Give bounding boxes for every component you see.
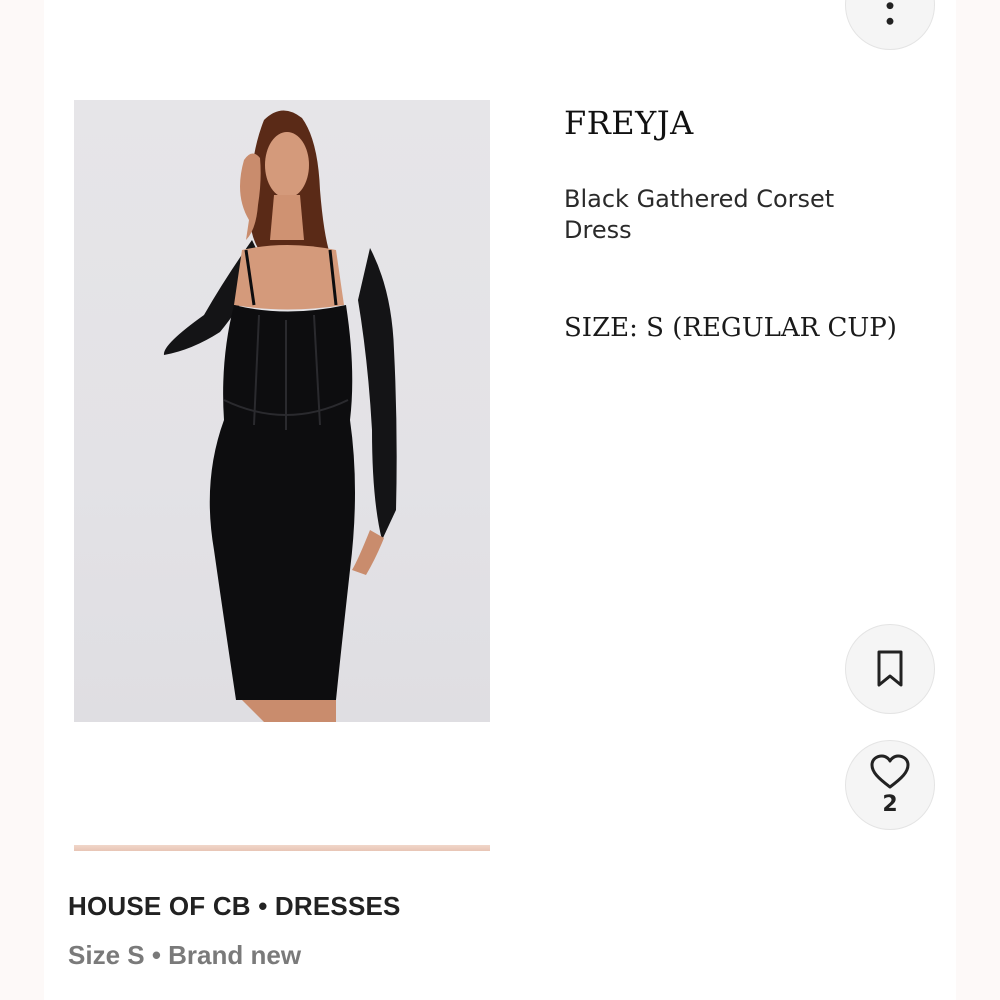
bookmark-icon bbox=[877, 650, 903, 687]
like-count: 2 bbox=[882, 791, 898, 817]
listing-size-label: SIZE: S (REGULAR CUP) bbox=[564, 313, 897, 343]
listing-brand-title: FREYJA bbox=[564, 104, 694, 142]
like-button[interactable]: 2 bbox=[845, 740, 935, 830]
second-photo-edge[interactable] bbox=[74, 845, 490, 851]
brand-category-link[interactable]: HOUSE OF CB • DRESSES bbox=[68, 891, 401, 922]
size-condition-text: Size S • Brand new bbox=[68, 940, 302, 970]
listing-product-name: Black Gathered Corset Dress bbox=[564, 185, 835, 244]
more-vertical-icon bbox=[886, 2, 894, 25]
save-button[interactable] bbox=[845, 624, 935, 714]
model-in-dress-illustration bbox=[163, 110, 397, 722]
product-photo[interactable] bbox=[74, 100, 490, 722]
heart-icon bbox=[870, 754, 910, 788]
